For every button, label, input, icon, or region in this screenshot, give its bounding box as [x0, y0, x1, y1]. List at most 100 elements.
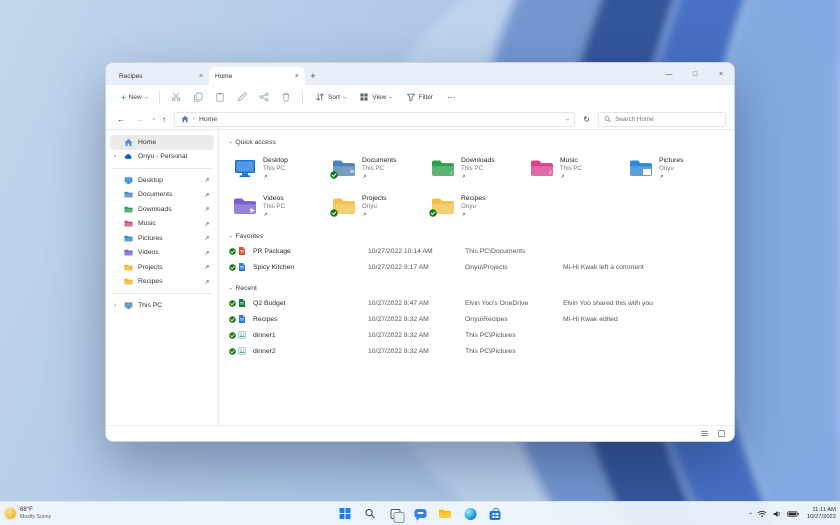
- edge-button[interactable]: [462, 505, 479, 522]
- store-button[interactable]: [487, 505, 504, 522]
- section-title: Favorites: [235, 232, 264, 240]
- pin-icon: [204, 279, 210, 285]
- quick-access-tile-pictures[interactable]: Pictures Onyu: [625, 151, 724, 185]
- search-box[interactable]: [598, 111, 726, 127]
- sidebar-item-home[interactable]: Home: [110, 135, 214, 150]
- file-row-spicy-kitchen[interactable]: Spicy Kitchen 10/27/2022 9:17 AM Onyu\Pr…: [229, 259, 726, 275]
- quick-access-grid: Desktop This PC ≡ Documents This PC ↓ Do…: [229, 151, 726, 223]
- details-view-toggle[interactable]: [700, 429, 709, 438]
- maximize-button[interactable]: □: [682, 63, 708, 85]
- hidden-icons-chevron[interactable]: ›: [747, 512, 754, 514]
- expander-icon[interactable]: ›: [114, 302, 116, 309]
- clock-date: 10/27/2022: [806, 513, 836, 520]
- volume-icon[interactable]: [772, 510, 782, 518]
- view-button[interactable]: View ›: [354, 89, 396, 105]
- start-button[interactable]: [337, 505, 354, 522]
- task-view-button[interactable]: [387, 505, 404, 523]
- window-controls: — □ ×: [656, 63, 734, 85]
- favorites-header[interactable]: › Favorites: [227, 229, 726, 243]
- tab-close-icon[interactable]: ×: [295, 73, 299, 80]
- quick-access-tile-desktop[interactable]: Desktop This PC: [229, 151, 328, 185]
- quick-access-header[interactable]: › Quick access: [227, 135, 726, 149]
- pin-icon: [204, 235, 210, 241]
- sidebar-item-onedrive[interactable]: › Onyu - Personal: [110, 150, 214, 165]
- breadcrumb-bar[interactable]: › Home ›: [174, 111, 576, 127]
- tile-name: Documents: [362, 156, 397, 164]
- breadcrumb[interactable]: Home: [199, 116, 217, 123]
- share-button[interactable]: [255, 89, 273, 105]
- sort-button[interactable]: Sort ›: [310, 89, 350, 105]
- battery-icon[interactable]: [787, 510, 799, 518]
- paste-button[interactable]: [211, 89, 229, 105]
- pin-icon: [204, 221, 210, 227]
- sidebar-item-label: Videos: [138, 249, 159, 257]
- cut-button[interactable]: [167, 89, 185, 105]
- file-row-recipes[interactable]: Recipes 10/27/2022 8:32 AM Onyu\Recipes …: [229, 311, 726, 327]
- sidebar-item-this-pc[interactable]: › This PC: [110, 298, 214, 313]
- large-thumbnails-view-toggle[interactable]: [717, 429, 726, 438]
- file-explorer-button[interactable]: [437, 505, 454, 522]
- quick-access-tile-recipes[interactable]: Recipes Onyu: [427, 189, 526, 223]
- quick-access-tile-downloads[interactable]: ↓ Downloads This PC: [427, 151, 526, 185]
- file-row-pr-package[interactable]: PR Package 10/27/2022 10:14 AM This PC\D…: [229, 243, 726, 259]
- address-bar: ← → › ↑ › Home › ↻: [106, 109, 734, 130]
- up-button[interactable]: ↑: [159, 115, 169, 124]
- file-date: 10/27/2022 8:47 AM: [368, 299, 429, 307]
- delete-button[interactable]: [277, 89, 295, 105]
- pin-icon: [263, 174, 268, 179]
- sidebar-item-projects[interactable]: Projects: [110, 260, 214, 275]
- copy-button[interactable]: [189, 89, 207, 105]
- file-row-dinner1[interactable]: dinner1 10/27/2022 8:32 AM This PC\Pictu…: [229, 327, 726, 343]
- chat-button[interactable]: [412, 505, 429, 522]
- divider: [159, 91, 161, 103]
- address-dropdown-icon[interactable]: ›: [564, 118, 571, 120]
- sidebar-item-desktop[interactable]: Desktop: [110, 173, 214, 188]
- wifi-icon[interactable]: [757, 510, 767, 518]
- file-name: dinner2: [253, 347, 276, 355]
- sidebar-item-documents[interactable]: Documents: [110, 188, 214, 203]
- rename-button[interactable]: [233, 89, 251, 105]
- tab-recipes[interactable]: Recipes ×: [113, 67, 209, 85]
- filter-button[interactable]: Filter: [401, 89, 438, 105]
- downloads-folder-icon: [124, 205, 133, 214]
- forward-button[interactable]: →: [133, 115, 147, 124]
- quick-access-tile-projects[interactable]: Projects Onyu: [328, 189, 427, 223]
- quick-access-tile-documents[interactable]: ≡ Documents This PC: [328, 151, 427, 185]
- sync-status-icon: [229, 332, 236, 339]
- minimize-button[interactable]: —: [656, 63, 682, 85]
- more-button[interactable]: ⋯: [442, 90, 460, 105]
- file-icon: [238, 262, 246, 272]
- folder-icon: [439, 508, 452, 519]
- recent-header[interactable]: › Recent: [227, 281, 726, 295]
- recent-locations-button[interactable]: ›: [150, 118, 156, 120]
- synced-badge-icon: [330, 171, 338, 179]
- search-input[interactable]: [615, 115, 720, 123]
- sidebar-item-music[interactable]: Music: [110, 217, 214, 232]
- collapse-chevron-icon[interactable]: ›: [227, 141, 234, 143]
- pin-icon: [263, 212, 268, 217]
- back-button[interactable]: ←: [114, 115, 128, 124]
- sidebar-item-pictures[interactable]: Pictures: [110, 231, 214, 246]
- close-button[interactable]: ×: [708, 63, 734, 85]
- search-button[interactable]: [362, 505, 379, 522]
- quick-access-tile-videos[interactable]: ▶ Videos This PC: [229, 189, 328, 223]
- quick-access-tile-music[interactable]: ♪ Music This PC: [526, 151, 625, 185]
- sidebar-item-videos[interactable]: Videos: [110, 246, 214, 261]
- file-row-dinner2[interactable]: dinner2 10/27/2022 8:32 AM This PC\Pictu…: [229, 343, 726, 359]
- refresh-button[interactable]: ↻: [580, 115, 593, 124]
- collapse-chevron-icon[interactable]: ›: [227, 287, 234, 289]
- navigation-pane: Home › Onyu - Personal Desktop Documents: [106, 130, 219, 425]
- file-row-q2-budget[interactable]: Q2 Budget 10/27/2022 8:47 AM Elvin Yoo's…: [229, 295, 726, 311]
- weather-widget[interactable]: 68°F Mostly Sunny: [5, 507, 51, 520]
- new-button[interactable]: + New ›: [116, 90, 152, 105]
- tab-home[interactable]: Home ×: [209, 67, 305, 85]
- sidebar-item-recipes[interactable]: Recipes: [110, 275, 214, 290]
- new-tab-button[interactable]: +: [305, 68, 321, 84]
- sidebar-item-downloads[interactable]: Downloads: [110, 202, 214, 217]
- collapse-chevron-icon[interactable]: ›: [227, 235, 234, 237]
- tab-close-icon[interactable]: ×: [199, 73, 203, 80]
- taskbar-clock[interactable]: 11:11 AM 10/27/2022: [807, 507, 836, 521]
- pictures-folder-icon: [629, 158, 653, 178]
- chevron-right-icon: ›: [193, 116, 195, 122]
- expander-icon[interactable]: ›: [114, 153, 116, 160]
